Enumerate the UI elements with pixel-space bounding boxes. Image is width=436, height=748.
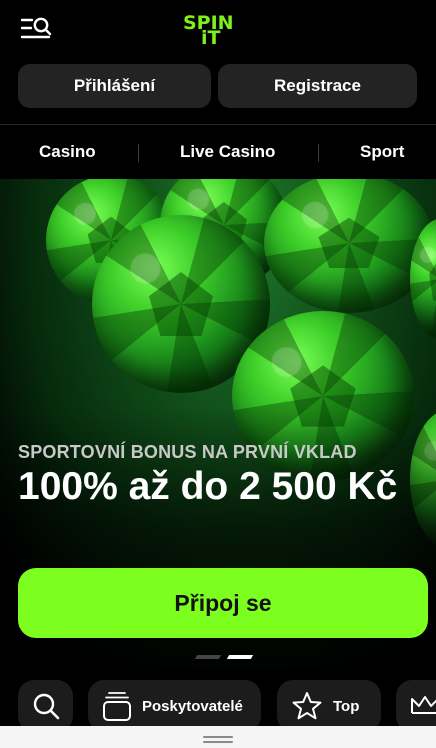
nav-separator	[318, 144, 319, 162]
menu-search-button[interactable]	[20, 16, 54, 44]
join-button[interactable]: Připoj se	[18, 568, 428, 638]
star-icon	[292, 692, 322, 720]
category-nav: Casino Live Casino Sport	[0, 125, 436, 179]
carousel-indicator	[194, 655, 256, 659]
nav-item-casino[interactable]: Casino	[39, 125, 96, 179]
browser-bottom-bar	[0, 726, 436, 748]
search-chip[interactable]	[18, 680, 73, 732]
providers-chip[interactable]: Poskytovatelé	[88, 680, 261, 732]
nav-item-live-casino[interactable]: Live Casino	[180, 125, 275, 179]
carousel-dot-2-active[interactable]	[226, 655, 254, 659]
carousel-dot-1[interactable]	[194, 655, 222, 659]
menu-search-icon	[20, 17, 52, 39]
promo-title: 100% až do 2 500 Kč	[18, 465, 398, 508]
top-bar: SPIN iT	[0, 0, 436, 58]
top-label: Top	[333, 697, 360, 715]
promo-kicker: SPORTOVNÍ BONUS NA PRVNÍ VKLAD	[18, 442, 357, 462]
providers-icon	[103, 692, 131, 721]
crown-icon	[411, 696, 436, 714]
spinit-logo[interactable]: SPIN iT	[183, 14, 255, 48]
nav-item-sport[interactable]: Sport	[360, 125, 404, 179]
drag-handle-icon[interactable]	[203, 736, 233, 743]
search-icon	[33, 693, 59, 720]
register-button[interactable]: Registrace	[218, 64, 417, 108]
football-image	[264, 179, 434, 313]
nav-separator	[138, 144, 139, 162]
top-chip[interactable]: Top	[277, 680, 381, 732]
crown-chip[interactable]	[396, 680, 436, 732]
providers-label: Poskytovatelé	[142, 697, 243, 715]
login-button[interactable]: Přihlášení	[18, 64, 211, 108]
logo-text-bottom: iT	[201, 27, 221, 49]
category-chips: Poskytovatelé Top	[0, 680, 436, 732]
